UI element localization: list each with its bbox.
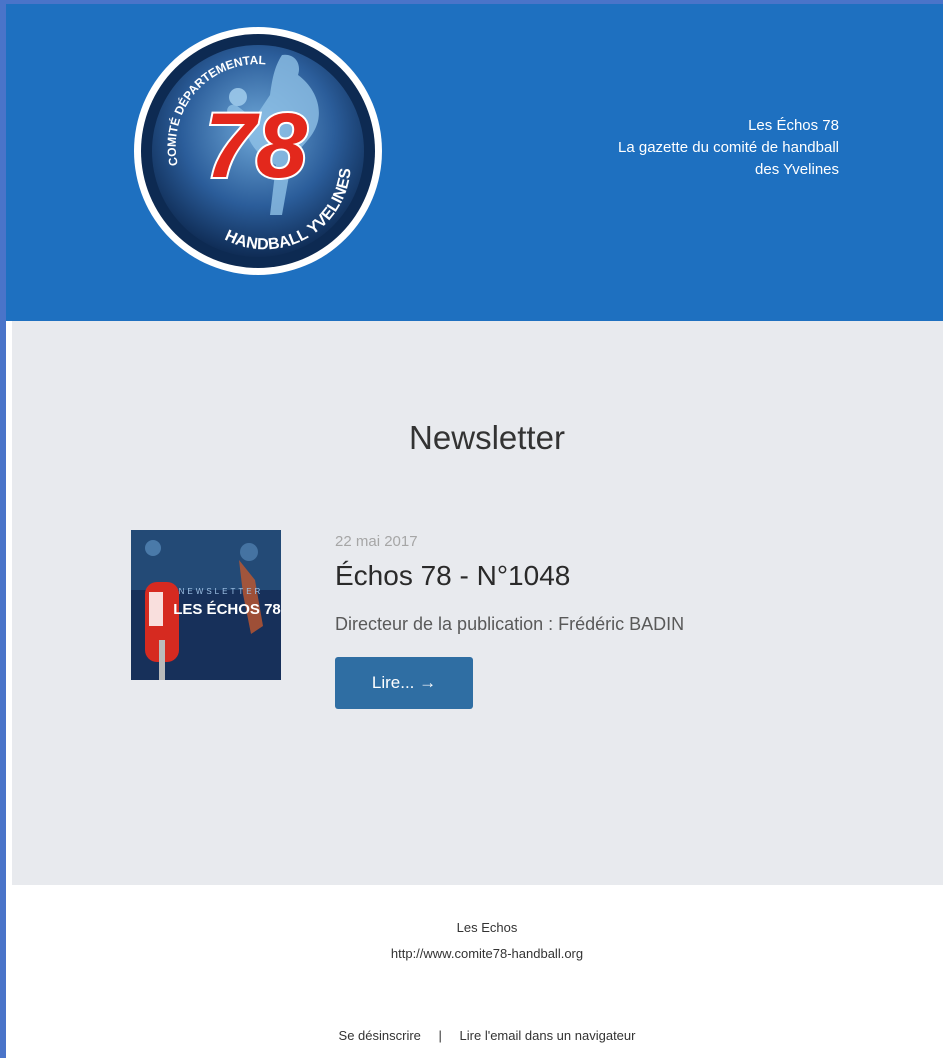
header-banner: COMITÉ DÉPARTEMENTAL HANDBALL YVELINES 7… xyxy=(6,4,943,321)
article-title[interactable]: Échos 78 - N°1048 xyxy=(335,559,684,593)
newsletter-thumbnail[interactable]: NEWSLETTER LES ÉCHOS 78 xyxy=(131,530,281,680)
footer-links: Se désinscrire | Lire l'email dans un na… xyxy=(12,1028,943,1043)
header-line-2: La gazette du comité de handball xyxy=(618,139,839,156)
read-more-button[interactable]: Lire... → xyxy=(335,657,473,709)
footer-url-link[interactable]: http://www.comite78-handball.org xyxy=(12,946,943,961)
view-in-browser-link[interactable]: Lire l'email dans un navigateur xyxy=(460,1028,636,1043)
header-gazette-title: Les Échos 78 La gazette du comité de han… xyxy=(618,115,839,181)
newsletter-title: Newsletter xyxy=(409,419,565,456)
footer-separator: | xyxy=(438,1028,442,1043)
svg-text:NEWSLETTER: NEWSLETTER xyxy=(179,587,264,596)
email-frame: COMITÉ DÉPARTEMENTAL HANDBALL YVELINES 7… xyxy=(6,4,943,1058)
handball-78-logo: COMITÉ DÉPARTEMENTAL HANDBALL YVELINES 7… xyxy=(134,27,382,275)
article-date: 22 mai 2017 xyxy=(335,533,418,550)
unsubscribe-link[interactable]: Se désinscrire xyxy=(339,1028,421,1043)
header-line-1: Les Échos 78 xyxy=(748,117,839,134)
article-block: 22 mai 2017 Échos 78 - N°1048 Directeur … xyxy=(335,531,684,709)
newsletter-section: Newsletter NEWSLETTER LES ÉCHOS 78 22 ma… xyxy=(12,321,943,885)
footer-name: Les Echos xyxy=(456,920,518,935)
svg-text:LES ÉCHOS 78: LES ÉCHOS 78 xyxy=(173,601,281,618)
header-line-3: des Yvelines xyxy=(755,161,839,178)
article-description: Directeur de la publication : Frédéric B… xyxy=(335,614,685,634)
footer: Les Echos http://www.comite78-handball.o… xyxy=(12,885,943,1058)
svg-text:78: 78 xyxy=(205,95,308,197)
